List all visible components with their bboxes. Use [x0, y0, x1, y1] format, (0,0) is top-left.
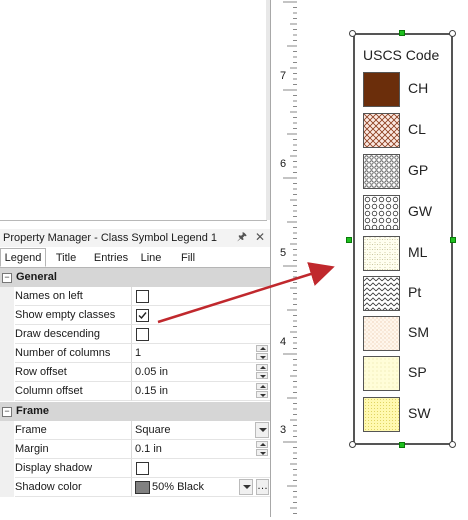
resize-handle-top-left[interactable]	[349, 30, 356, 37]
swatch-ch	[363, 72, 400, 107]
swatch-cl	[363, 113, 400, 148]
legend-label-sm: SM	[408, 324, 429, 340]
swatch-gp	[363, 154, 400, 189]
swatch-ml	[363, 236, 400, 271]
resize-handle-left[interactable]	[346, 237, 352, 243]
swatch-sm	[363, 316, 400, 351]
resize-handle-bottom-right[interactable]	[449, 441, 456, 448]
legend-label-sp: SP	[408, 364, 427, 380]
resize-handle-bottom-left[interactable]	[349, 441, 356, 448]
swatch-sw	[363, 397, 400, 432]
legend-label-sw: SW	[408, 405, 431, 421]
resize-handle-top[interactable]	[399, 30, 405, 36]
legend-label-cl: CL	[408, 121, 426, 137]
resize-handle-right[interactable]	[450, 237, 456, 243]
legend-label-ml: ML	[408, 244, 428, 260]
legend-label-ch: CH	[408, 80, 429, 96]
swatch-gw	[363, 195, 400, 230]
legend-label-gw: GW	[408, 203, 433, 219]
swatch-pt	[363, 276, 400, 311]
legend-title: USCS Code	[363, 47, 440, 63]
legend-label-pt: Pt	[408, 284, 422, 300]
resize-handle-bottom[interactable]	[399, 442, 405, 448]
legend-label-gp: GP	[408, 162, 429, 178]
swatch-sp	[363, 356, 400, 391]
resize-handle-top-right[interactable]	[449, 30, 456, 37]
